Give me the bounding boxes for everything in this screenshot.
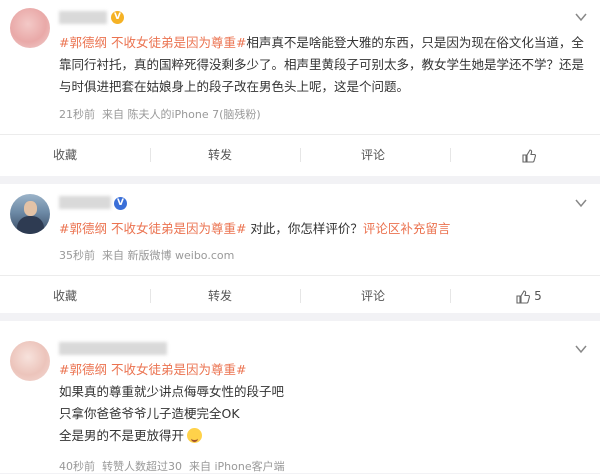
post-text: #郭德纲 不收女徒弟是因为尊重# 如果真的尊重就少讲点侮辱女性的段子吧 只拿你爸…	[59, 359, 586, 447]
comment-button[interactable]: 评论	[333, 276, 413, 316]
thumbs-up-icon	[516, 289, 531, 304]
avatar[interactable]	[10, 341, 50, 381]
like-count: 5	[534, 289, 542, 303]
comment-link[interactable]: 评论区补充留言	[363, 221, 451, 236]
divider	[300, 289, 301, 303]
avatar[interactable]	[10, 194, 50, 234]
repost-button[interactable]: 转发	[180, 135, 260, 175]
username-blurred[interactable]	[59, 342, 167, 355]
post-text: #郭德纲 不收女徒弟是因为尊重# 对此，你怎样评价？评论区补充留言	[59, 218, 586, 240]
like-button[interactable]	[489, 135, 569, 175]
divider	[150, 289, 151, 303]
timestamp[interactable]: 21秒前	[59, 108, 95, 121]
timestamp[interactable]: 35秒前	[59, 249, 95, 262]
post-line: 如果真的尊重就少讲点侮辱女性的段子吧	[59, 384, 285, 399]
comment-button[interactable]: 评论	[333, 135, 413, 175]
repost-button[interactable]: 转发	[180, 276, 260, 316]
repost-count[interactable]: 转赞人数超过30	[102, 460, 182, 473]
username-blurred[interactable]	[59, 11, 107, 24]
divider	[450, 148, 451, 162]
source: 来自 iPhone客户端	[189, 460, 285, 473]
collect-button[interactable]: 收藏	[25, 276, 105, 316]
divider	[150, 148, 151, 162]
action-bar: 收藏 转发 评论 5	[0, 275, 600, 316]
thumbs-up-icon	[522, 148, 536, 163]
post-meta: 21秒前 来自 陈夫人的iPhone 7(脑残粉)	[59, 106, 268, 122]
post-line: 只拿你爸爸爷爷儿子造梗完全OK	[59, 406, 240, 421]
post-line: 全是男的不是更放得开	[59, 428, 185, 443]
source: 来自 新版微博 weibo.com	[102, 249, 235, 262]
verified-icon: V	[114, 197, 127, 210]
chevron-down-icon[interactable]	[575, 198, 587, 208]
topic-tag[interactable]: #郭德纲 不收女徒弟是因为尊重#	[59, 221, 246, 236]
divider	[300, 148, 301, 162]
topic-tag[interactable]: #郭德纲 不收女徒弟是因为尊重#	[59, 35, 246, 50]
timestamp[interactable]: 40秒前	[59, 460, 95, 473]
username-blurred[interactable]	[59, 196, 111, 209]
chevron-down-icon[interactable]	[575, 344, 587, 354]
verified-icon: V	[111, 11, 124, 24]
post-meta: 40秒前 转赞人数超过30 来自 iPhone客户端	[59, 458, 292, 474]
like-button[interactable]: 5	[489, 276, 569, 316]
divider	[450, 289, 451, 303]
post-card-1: V #郭德纲 不收女徒弟是因为尊重#相声真不是啥能登大雅的东西，只是因为现在俗文…	[0, 0, 600, 176]
post-card-3: #郭德纲 不收女徒弟是因为尊重# 如果真的尊重就少讲点侮辱女性的段子吧 只拿你爸…	[0, 321, 600, 473]
post-body: 对此，你怎样评价？	[246, 221, 363, 236]
avatar[interactable]	[10, 8, 50, 48]
chevron-down-icon[interactable]	[575, 12, 587, 22]
topic-tag[interactable]: #郭德纲 不收女徒弟是因为尊重#	[59, 362, 246, 377]
post-text: #郭德纲 不收女徒弟是因为尊重#相声真不是啥能登大雅的东西，只是因为现在俗文化当…	[59, 32, 586, 98]
action-bar: 收藏 转发 评论	[0, 134, 600, 175]
post-card-2: V #郭德纲 不收女徒弟是因为尊重# 对此，你怎样评价？评论区补充留言 35秒前…	[0, 184, 600, 313]
source: 来自 陈夫人的iPhone 7(脑残粉)	[102, 108, 261, 121]
collect-button[interactable]: 收藏	[25, 135, 105, 175]
post-meta: 35秒前 来自 新版微博 weibo.com	[59, 247, 241, 263]
grin-emoji-icon	[187, 428, 203, 443]
